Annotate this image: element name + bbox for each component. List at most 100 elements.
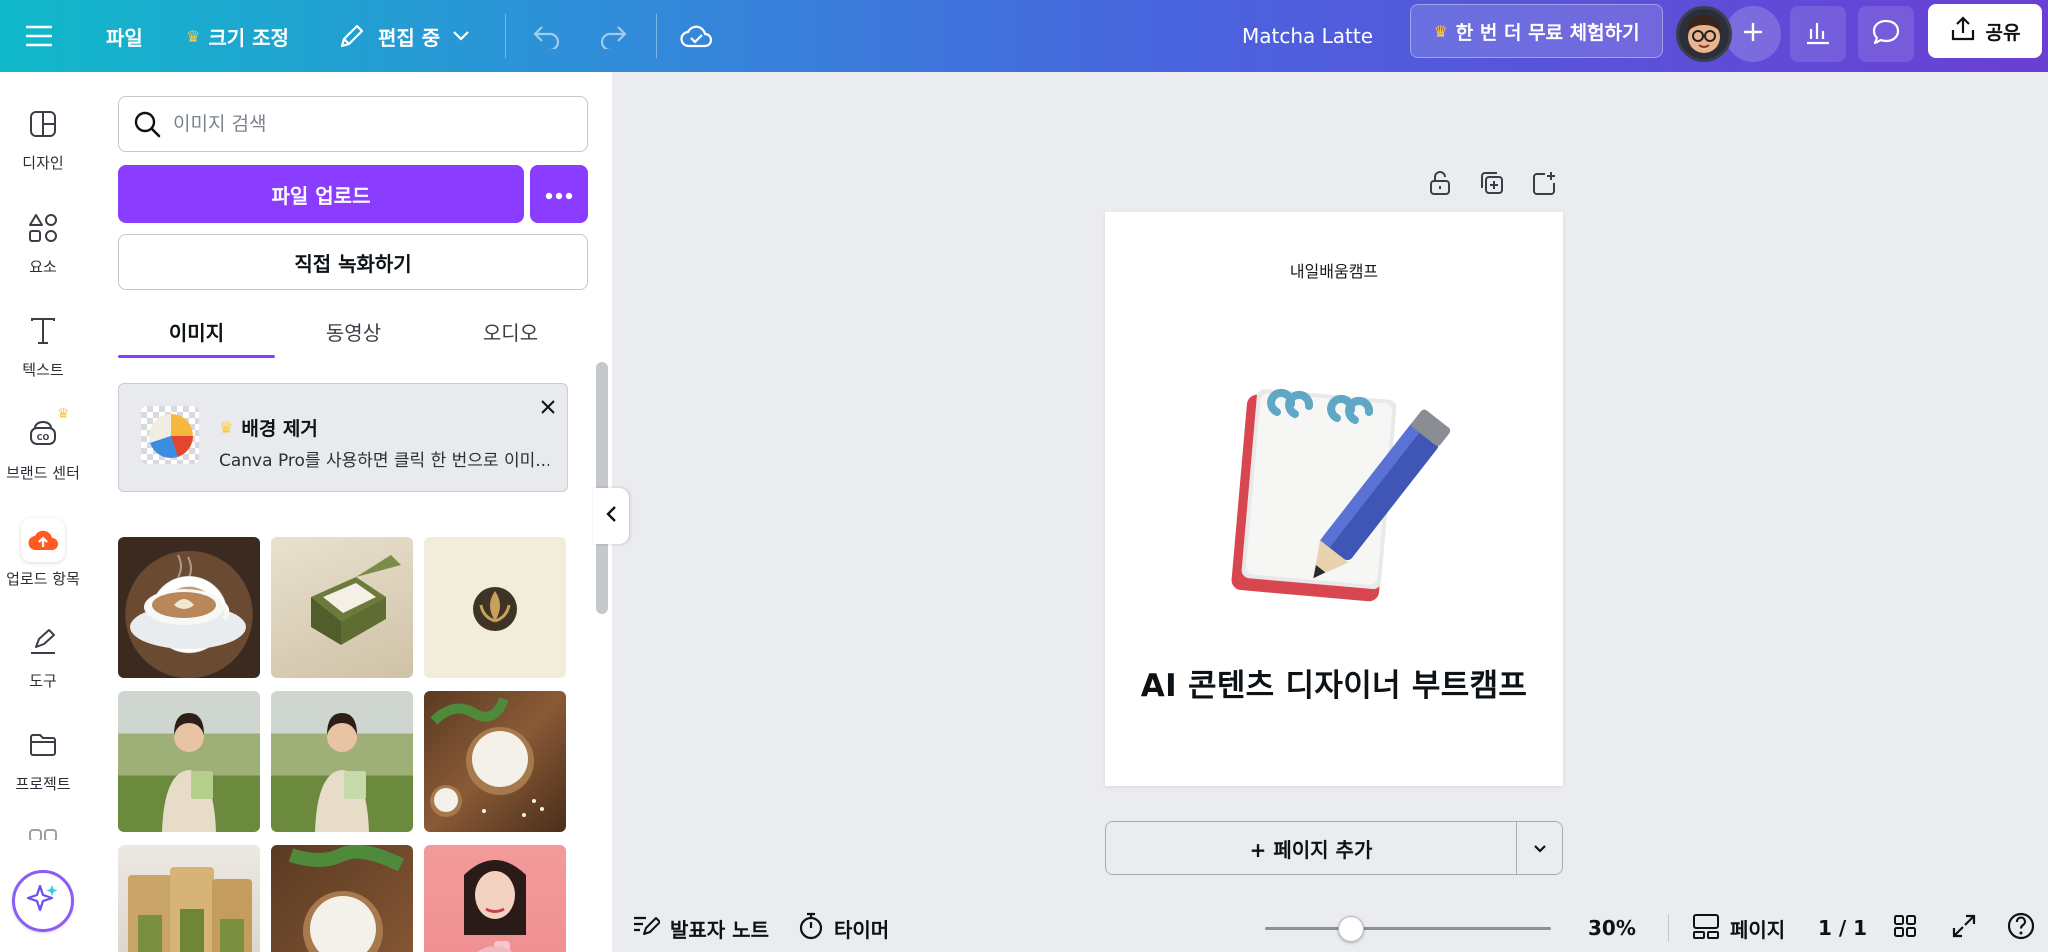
presenter-notes-label: 발표자 노트 — [670, 917, 769, 942]
image-search-input[interactable] — [173, 113, 553, 135]
background-remover-promo[interactable]: ♛ 배경 제거 Canva Pro를 사용하면 클릭 한 번으로 이미... — [118, 383, 568, 492]
resize-button[interactable]: ♛ 크기 조정 — [186, 0, 289, 72]
save-status-button[interactable] — [680, 0, 714, 72]
zoom-level-button[interactable]: 30% — [1588, 908, 1636, 948]
design-template-icon — [23, 104, 63, 144]
image-thumb-rice-bowl-wooden-table[interactable] — [424, 691, 566, 832]
close-icon — [540, 399, 556, 419]
avatar-face-icon — [1687, 15, 1721, 53]
crown-icon: ♛ — [1433, 21, 1448, 41]
image-thumb-rice-bowl-herbs[interactable] — [271, 845, 413, 952]
add-page-button[interactable]: + 페이지 추가 — [1106, 822, 1516, 874]
tab-audio[interactable]: 오디오 — [432, 306, 589, 356]
design-page[interactable]: 내일배움캠프 AI 콘텐츠 디자이너 부트캠프 — [1105, 212, 1563, 786]
image-thumb-latte-art-coffee[interactable] — [118, 537, 260, 678]
redo-button[interactable] — [598, 0, 628, 72]
add-page-dropdown-button[interactable] — [1517, 822, 1563, 874]
user-avatar[interactable] — [1676, 6, 1732, 62]
pencil-icon — [338, 22, 366, 50]
tab-label: 오디오 — [482, 320, 539, 345]
free-trial-button[interactable]: ♛ 한 번 더 무료 체험하기 — [1410, 4, 1663, 58]
add-page-icon-button[interactable] — [1529, 170, 1559, 200]
rail-item-uploads[interactable]: 업로드 항목 — [0, 508, 86, 598]
pages-view-button[interactable]: 페이지 — [1692, 908, 1785, 948]
upload-more-options-button[interactable] — [530, 165, 588, 223]
duplicate-page-button[interactable] — [1477, 170, 1507, 200]
comment-bubble-icon — [1871, 18, 1901, 50]
top-toolbar: 파일 ♛ 크기 조정 편집 중 Matcha Latte ♛ 한 번 더 무료 … — [0, 0, 2048, 72]
timer-icon — [798, 912, 824, 945]
presenter-notes-button[interactable]: 발표자 노트 — [632, 908, 769, 948]
notepad-pencil-illustration-icon[interactable] — [1215, 372, 1455, 612]
page-organization-text[interactable]: 내일배움캠프 — [1105, 258, 1563, 282]
rail-item-label: 브랜드 센터 — [6, 464, 80, 482]
share-upload-icon — [1950, 15, 1976, 47]
zoom-slider-handle[interactable] — [1337, 916, 1364, 942]
promo-description: Canva Pro를 사용하면 클릭 한 번으로 이미... — [219, 451, 549, 471]
project-title[interactable]: Matcha Latte — [1242, 0, 1373, 72]
bottombar-divider — [1668, 914, 1669, 942]
project-title-text: Matcha Latte — [1242, 24, 1374, 48]
rail-item-brand[interactable]: CO ♛ 브랜드 센터 — [0, 404, 86, 494]
image-thumb-rice-bag-packages[interactable] — [118, 845, 260, 952]
zoom-level-label: 30% — [1588, 916, 1636, 940]
redo-icon — [598, 23, 628, 49]
apps-grid-icon[interactable] — [28, 828, 58, 840]
folder-icon — [23, 725, 63, 765]
file-menu-button[interactable]: 파일 — [106, 0, 143, 72]
rail-item-elements[interactable]: 요소 — [0, 198, 86, 288]
help-button[interactable] — [2006, 908, 2036, 948]
elements-shapes-icon — [23, 208, 63, 248]
image-search-box[interactable] — [118, 96, 588, 152]
magic-ai-button[interactable] — [12, 870, 74, 932]
beach-ball-icon — [149, 414, 193, 458]
undo-icon — [532, 23, 562, 49]
add-collaborator-button[interactable] — [1725, 6, 1781, 62]
comments-button[interactable] — [1858, 6, 1914, 62]
page-counter: 1 / 1 — [1818, 908, 1867, 948]
bar-chart-icon — [1804, 19, 1832, 49]
promo-close-button[interactable] — [535, 396, 561, 422]
rail-item-tools[interactable]: 도구 — [0, 612, 86, 702]
svg-text:CO: CO — [37, 433, 50, 442]
image-thumb-woman-field-holding-package[interactable] — [118, 691, 260, 832]
hamburger-menu-icon[interactable] — [26, 0, 52, 72]
rail-item-label: 요소 — [29, 258, 57, 276]
edit-mode-label: 편집 중 — [378, 25, 441, 50]
rail-item-projects[interactable]: 프로젝트 — [0, 715, 86, 805]
page-heading-text[interactable]: AI 콘텐츠 디자이너 부트캠프 — [1105, 660, 1563, 705]
image-thumb-woman-pink-background[interactable] — [424, 845, 566, 952]
grid-view-button[interactable] — [1893, 908, 1917, 948]
crown-icon: ♛ — [57, 406, 70, 422]
tab-images[interactable]: 이미지 — [118, 306, 275, 356]
tab-videos[interactable]: 동영상 — [275, 306, 432, 356]
file-menu-label: 파일 — [106, 25, 143, 50]
insights-button[interactable] — [1790, 6, 1846, 62]
active-tab-indicator — [118, 355, 275, 358]
share-button[interactable]: 공유 — [1928, 4, 2042, 58]
page-counter-text: 1 / 1 — [1818, 916, 1868, 940]
edit-mode-dropdown[interactable]: 편집 중 — [338, 0, 470, 72]
image-thumb-rice-leaf-logo[interactable] — [424, 537, 566, 678]
more-dots-icon — [545, 185, 573, 204]
fullscreen-button[interactable] — [1951, 908, 1977, 948]
record-yourself-button[interactable]: 직접 녹화하기 — [118, 234, 588, 290]
cloud-check-icon — [680, 23, 714, 49]
chevron-down-icon — [452, 30, 470, 42]
image-thumb-green-box-rice[interactable] — [271, 537, 413, 678]
rail-item-text[interactable]: 텍스트 — [0, 301, 86, 391]
crown-icon: ♛ — [186, 26, 201, 46]
help-question-icon — [2006, 911, 2036, 946]
notes-pencil-icon — [632, 914, 661, 943]
upload-files-button[interactable]: 파일 업로드 — [118, 165, 524, 223]
rail-item-label: 업로드 항목 — [6, 570, 80, 588]
rail-item-design[interactable]: 디자인 — [0, 94, 86, 184]
timer-button[interactable]: 타이머 — [798, 908, 889, 948]
add-page-label: + 페이지 추가 — [1249, 837, 1373, 862]
brand-kit-icon: CO ♛ — [23, 406, 70, 454]
image-thumb-woman-field-holding-package-2[interactable] — [271, 691, 413, 832]
collapse-panel-button[interactable] — [593, 488, 629, 544]
undo-button[interactable] — [532, 0, 562, 72]
lock-page-button[interactable] — [1425, 170, 1455, 200]
zoom-slider[interactable] — [1265, 916, 1551, 942]
